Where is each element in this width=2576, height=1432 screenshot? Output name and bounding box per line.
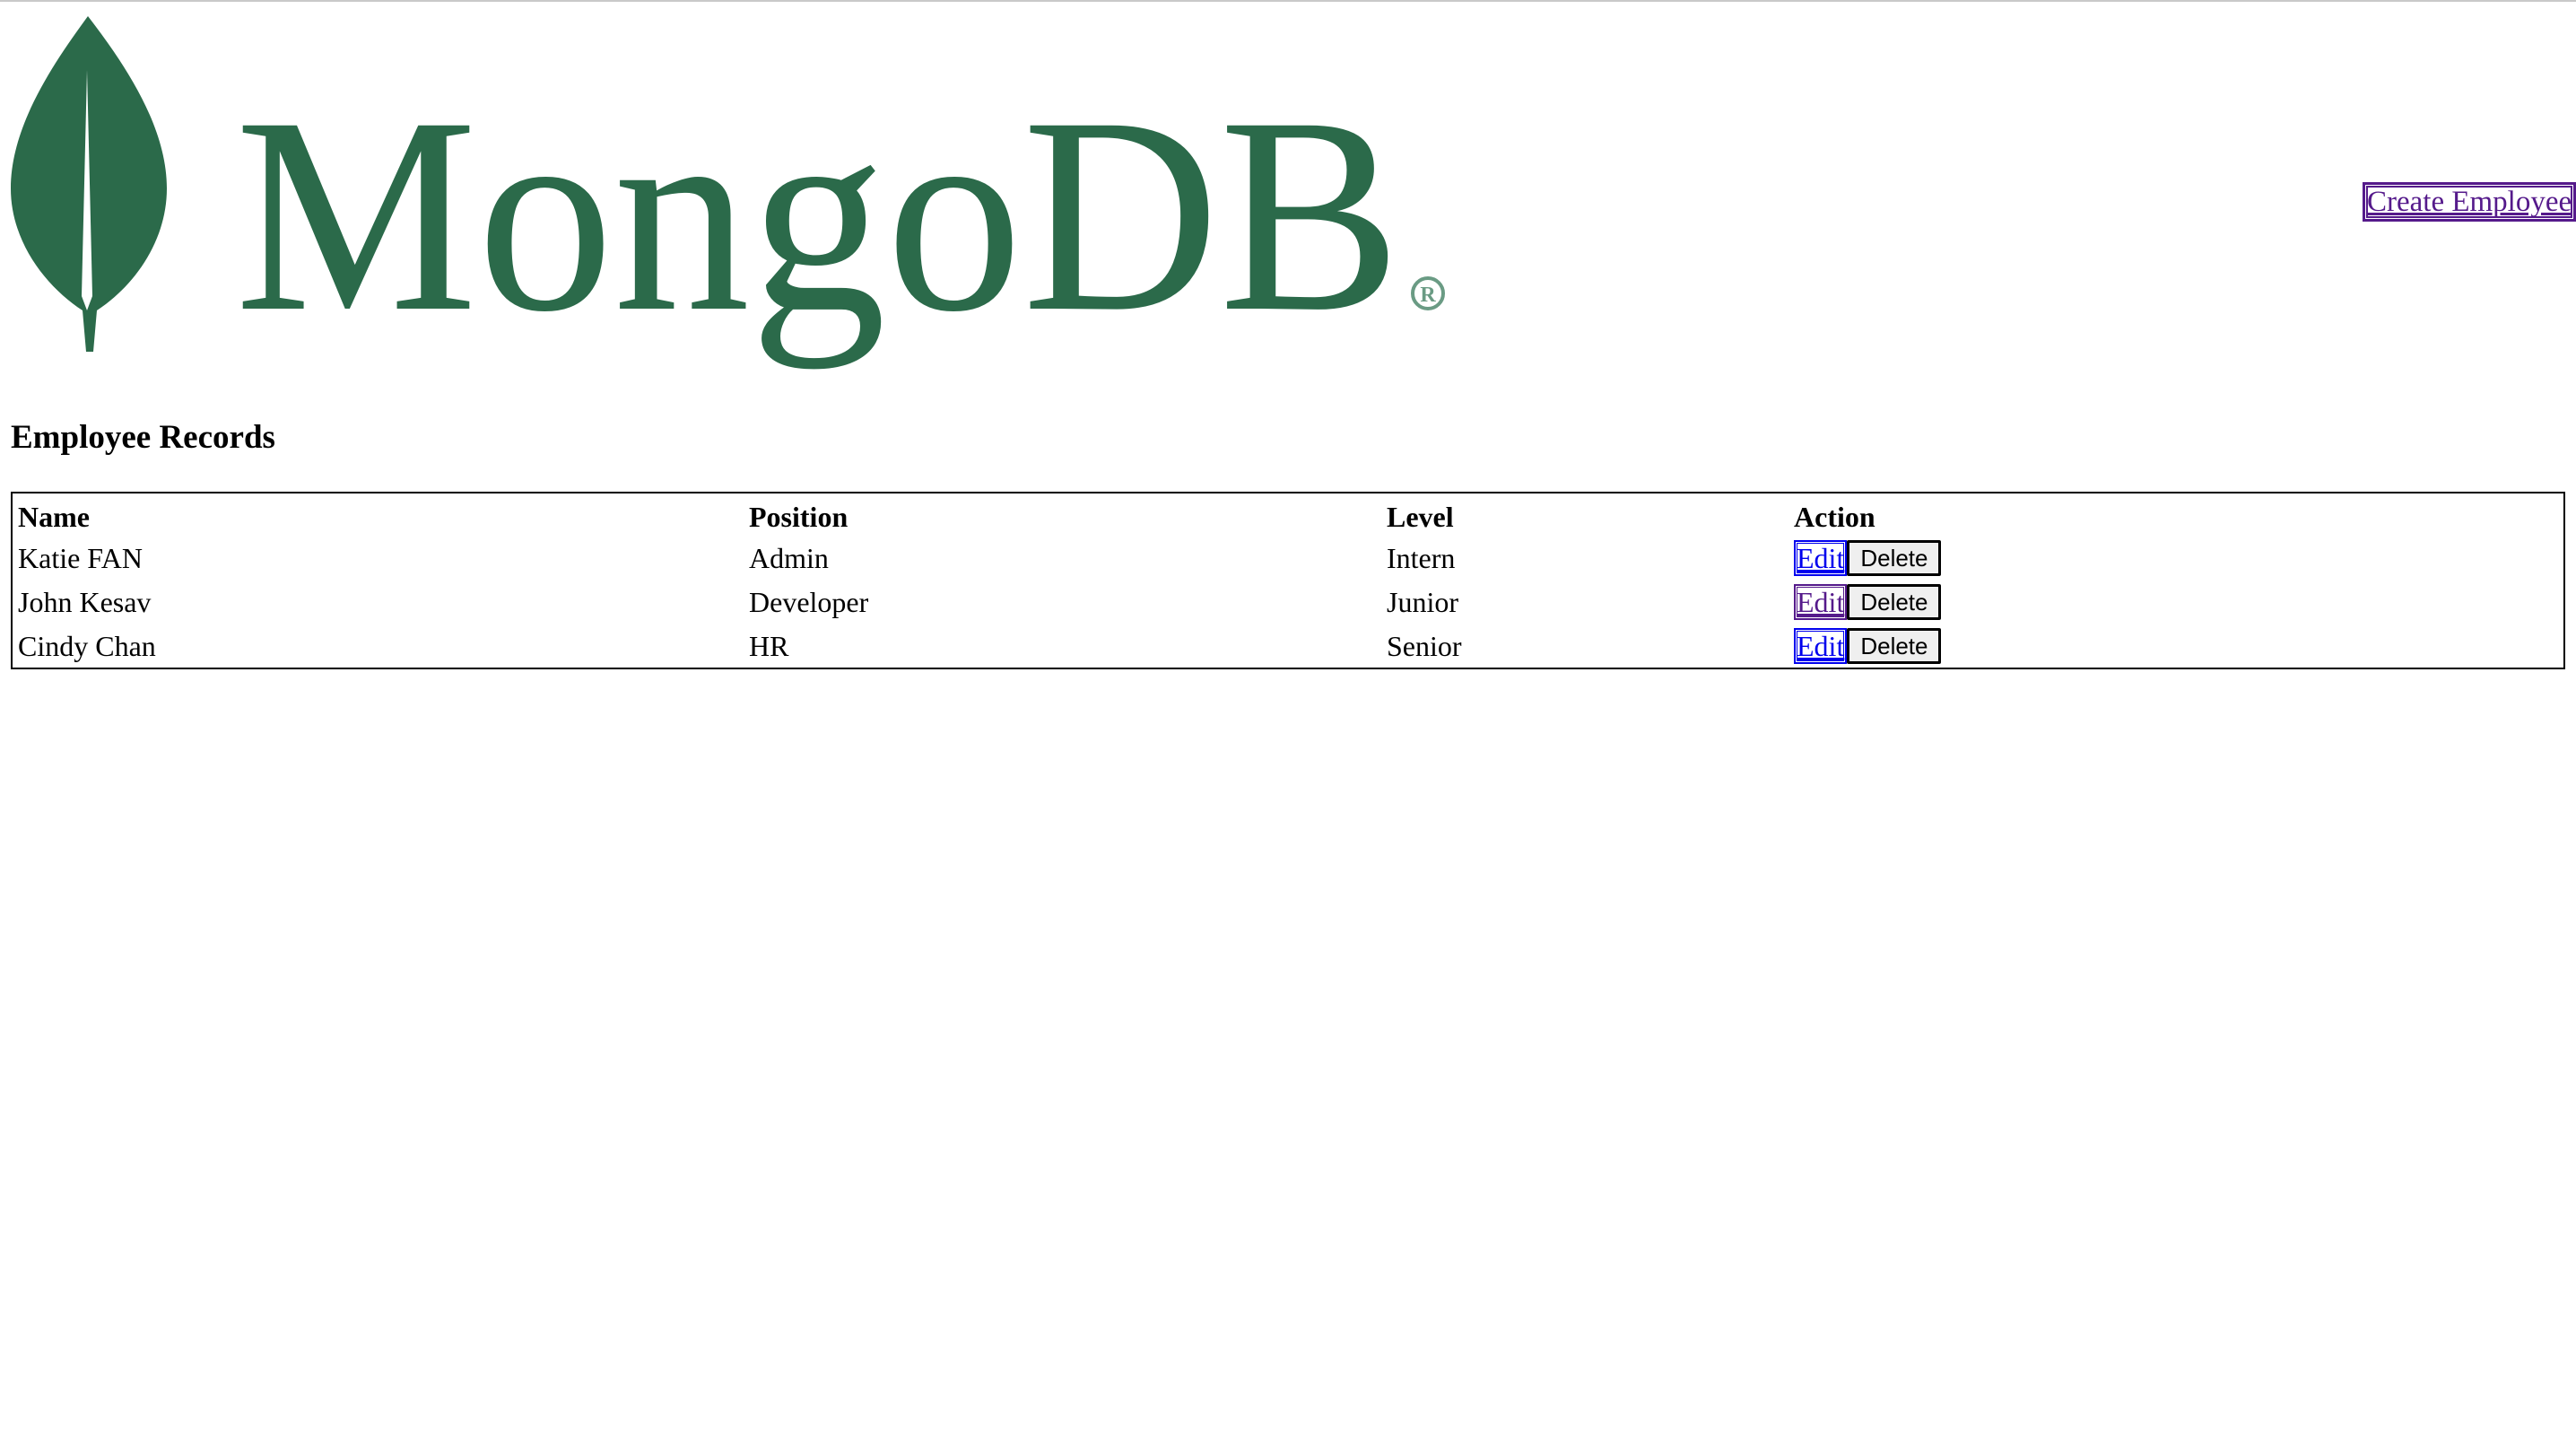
- page-title: Employee Records: [11, 419, 275, 456]
- employee-position: Admin: [749, 542, 829, 575]
- table-row: Katie FAN Admin Intern Edit Delete: [13, 537, 2563, 581]
- employee-actions: Edit Delete: [1788, 624, 2563, 668]
- employee-name: John Kesav: [18, 585, 152, 618]
- edit-link[interactable]: Edit: [1794, 583, 1848, 620]
- column-header-action: Action: [1794, 501, 1875, 533]
- table-header-row: Name Position Level Action: [13, 493, 2563, 537]
- table-row: John Kesav Developer Junior Edit Delete: [13, 581, 2563, 624]
- employee-position: Developer: [749, 585, 869, 618]
- employee-level: Intern: [1387, 542, 1456, 575]
- column-header-position: Position: [749, 501, 849, 533]
- employee-position: HR: [749, 629, 789, 662]
- employee-level: Senior: [1387, 629, 1462, 662]
- employee-table: Name Position Level Action Katie FAN Adm…: [11, 492, 2565, 669]
- employee-name: Katie FAN: [18, 542, 143, 575]
- logo-wordmark: MongoDB: [235, 60, 1401, 370]
- edit-link[interactable]: Edit: [1794, 540, 1848, 577]
- employee-actions: Edit Delete: [1788, 581, 2563, 624]
- employee-actions: Edit Delete: [1788, 537, 2563, 581]
- edit-link[interactable]: Edit: [1794, 627, 1848, 664]
- delete-button[interactable]: Delete: [1847, 627, 1942, 664]
- registered-mark-letter: R: [1420, 284, 1436, 307]
- table-row: Cindy Chan HR Senior Edit Delete: [13, 624, 2563, 668]
- delete-button[interactable]: Delete: [1847, 540, 1942, 577]
- employee-level: Junior: [1387, 585, 1458, 618]
- employee-name: Cindy Chan: [18, 629, 156, 662]
- delete-button[interactable]: Delete: [1847, 583, 1942, 620]
- leaf-icon: [11, 16, 167, 352]
- column-header-level: Level: [1387, 501, 1454, 533]
- create-employee-link[interactable]: Create Employee: [2363, 182, 2576, 222]
- mongodb-logo: MongoDB R: [11, 16, 1445, 370]
- column-header-name: Name: [18, 501, 90, 533]
